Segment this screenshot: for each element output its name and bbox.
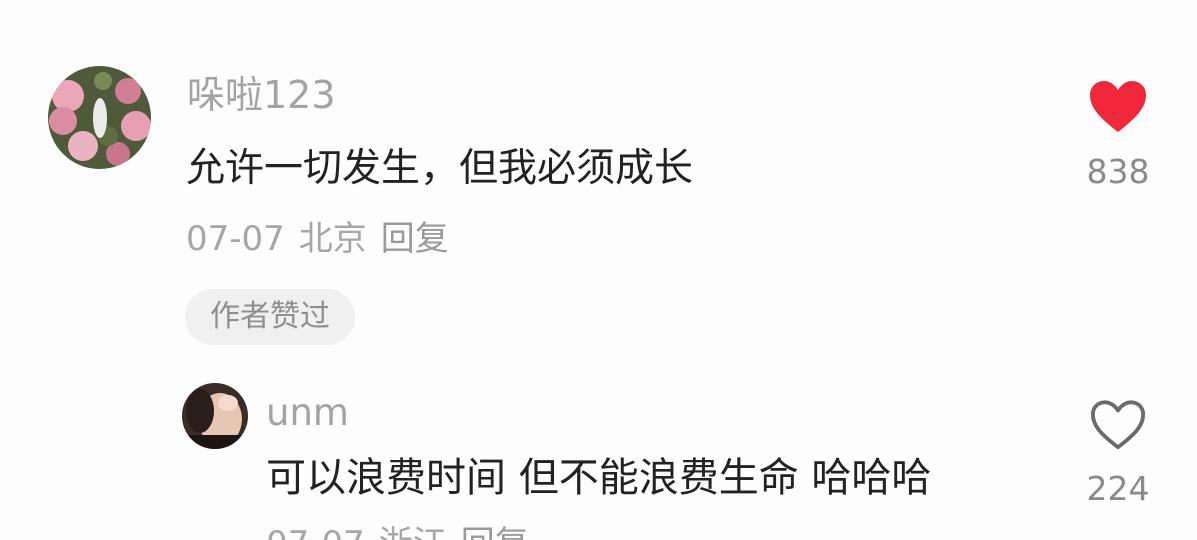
heart-icon[interactable] <box>1088 80 1148 138</box>
reply-button[interactable]: 回复 <box>381 222 449 256</box>
like-count: 224 <box>1086 469 1150 508</box>
comment-date: 07-07 <box>266 527 365 540</box>
heart-outline-icon[interactable] <box>1089 398 1147 456</box>
comment-meta: 07-07 浙江 回复 <box>266 527 529 540</box>
avatar-image <box>182 383 248 449</box>
comment-location: 浙江 <box>379 527 447 540</box>
avatar-image <box>48 66 151 169</box>
username[interactable]: 哚啦123 <box>187 76 336 114</box>
comment-meta: 07-07 北京 回复 <box>186 222 449 256</box>
comment-date: 07-07 <box>186 219 285 259</box>
comment-list: 哚啦123 允许一切发生，但我必须成长 07-07 北京 回复 作者赞过 838 u… <box>0 0 1197 540</box>
reply-button[interactable]: 回复 <box>461 527 529 540</box>
avatar[interactable] <box>182 383 248 449</box>
comment-location: 北京 <box>298 219 367 259</box>
username[interactable]: unm <box>266 394 349 431</box>
avatar[interactable] <box>48 66 151 169</box>
comment-text: 允许一切发生，但我必须成长 <box>186 146 694 191</box>
comment-text: 可以浪费时间 但不能浪费生命 哈哈哈 <box>266 455 932 501</box>
like-count: 838 <box>1086 152 1150 191</box>
author-liked-badge: 作者赞过 <box>185 289 355 345</box>
